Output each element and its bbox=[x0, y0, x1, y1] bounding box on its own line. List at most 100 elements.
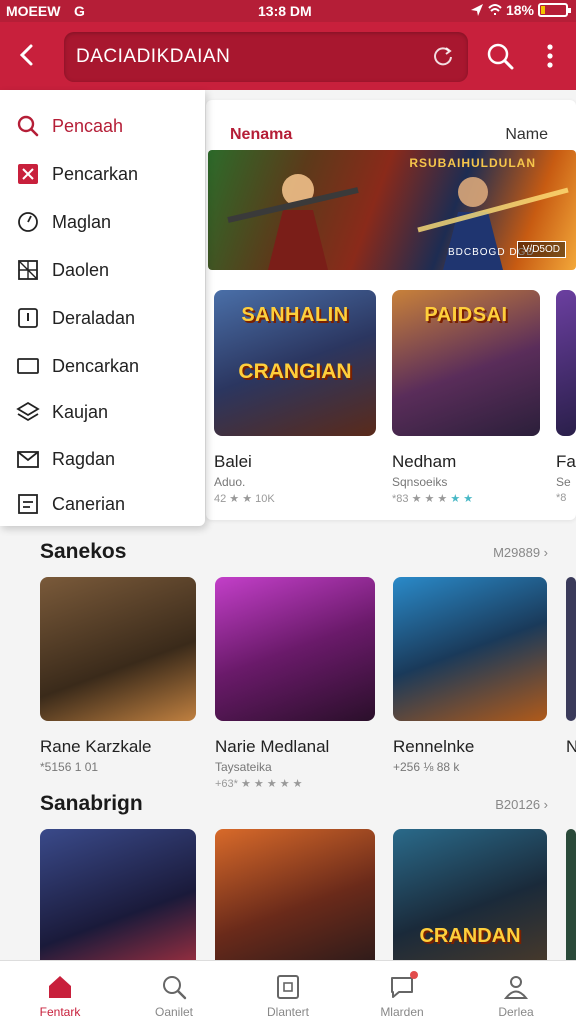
tile-meta: *8 bbox=[556, 492, 567, 504]
more-vert-icon[interactable] bbox=[534, 40, 566, 72]
tile-meta-text: *83 ★ ★ ★ bbox=[392, 493, 448, 505]
person-icon bbox=[503, 976, 529, 999]
tile-name: Rane Karzkale bbox=[40, 737, 152, 756]
tile-art-title: PAIDSAI bbox=[424, 304, 508, 326]
nav-label: Fentark bbox=[39, 1005, 81, 1019]
search-icon bbox=[17, 115, 39, 137]
tile-thumbnail[interactable] bbox=[40, 577, 196, 721]
featured-tile[interactable]: Fa Se *8 bbox=[556, 290, 576, 504]
search-icon bbox=[163, 976, 187, 1000]
nav-label: Dlantert bbox=[266, 1005, 310, 1019]
tile-thumbnail[interactable] bbox=[556, 290, 576, 436]
tile-subtitle: Aduo. bbox=[214, 475, 246, 489]
layers-icon bbox=[16, 401, 40, 422]
tile-meta: *83 ★ ★ ★ ★ ★ bbox=[392, 492, 554, 505]
game-tile[interactable] bbox=[40, 829, 202, 960]
clock-icon bbox=[18, 212, 38, 232]
tile-name: Nedham bbox=[392, 452, 457, 471]
tile-subtitle: +256 ⅛ 88 k bbox=[393, 760, 460, 774]
featured-banner[interactable]: RSUBAIHULDULAN BDCBOGD DGD V/D5OD bbox=[208, 150, 576, 270]
tile-name: Narie Medlanal bbox=[215, 737, 330, 756]
rating-stars: ★ ★ bbox=[450, 493, 474, 505]
menu-item-dencarkan[interactable]: Dencarkan bbox=[0, 346, 205, 386]
tile-art-title: SANHALIN bbox=[241, 304, 349, 326]
game-tile[interactable]: Rennelnke +256 ⅛ 88 k bbox=[393, 577, 555, 774]
tile-thumbnail[interactable] bbox=[566, 829, 576, 960]
tile-name: Balei bbox=[214, 452, 252, 471]
menu-item-label: Dencarkan bbox=[52, 355, 140, 376]
tile-thumbnail[interactable] bbox=[40, 829, 196, 960]
nav-item-home[interactable]: Fentark bbox=[12, 961, 108, 1024]
tile-thumbnail[interactable] bbox=[393, 577, 547, 721]
game-tile[interactable]: CRANDAN bbox=[393, 829, 555, 960]
tile-art-subtitle: CRANGIAN bbox=[238, 360, 352, 383]
search-input[interactable] bbox=[76, 44, 416, 70]
menu-item-daolen[interactable]: Daolen bbox=[0, 250, 205, 290]
nav-item-profile[interactable]: Derlea bbox=[468, 961, 564, 1024]
nav-label: Oanilet bbox=[154, 1005, 194, 1019]
menu-item-label: Deraladan bbox=[52, 307, 136, 328]
section-more-link[interactable]: B20126 › bbox=[495, 797, 548, 812]
tile-thumbnail[interactable] bbox=[566, 577, 576, 721]
close-box-icon bbox=[18, 164, 38, 184]
tile-thumbnail[interactable] bbox=[215, 829, 375, 960]
tile-name: Fa bbox=[556, 452, 576, 471]
carrier-label: MOEEW bbox=[6, 3, 61, 19]
nav-item-search[interactable]: Oanilet bbox=[126, 961, 222, 1024]
info-icon bbox=[18, 308, 38, 328]
tile-meta: +63* ★ ★ ★ ★ ★ bbox=[215, 778, 303, 790]
app-bar bbox=[0, 22, 576, 90]
nav-item-messages[interactable]: Mlarden bbox=[354, 961, 450, 1024]
menu-item-kaujan[interactable]: Kaujan bbox=[0, 392, 205, 432]
square-icon bbox=[277, 975, 299, 999]
game-tile[interactable] bbox=[215, 829, 377, 960]
tile-art-title: CRANDAN bbox=[419, 925, 521, 947]
featured-card: Nenama Name RSUBAIHULDULAN BDCBOGD DGD V… bbox=[206, 100, 576, 520]
game-tile[interactable]: Rane Karzkale *5156 1 01 bbox=[40, 577, 202, 774]
tile-thumbnail[interactable]: PAIDSAI bbox=[392, 290, 540, 436]
grid-icon bbox=[18, 260, 38, 280]
menu-item-pencaah[interactable]: Pencaah bbox=[0, 106, 205, 146]
featured-header-left[interactable]: Nenama bbox=[230, 126, 292, 144]
menu-item-pencarkan[interactable]: Pencarkan bbox=[0, 154, 205, 194]
back-button[interactable] bbox=[12, 40, 42, 70]
banner-title: RSUBAIHULDULAN bbox=[409, 156, 536, 170]
tile-subtitle: Sqnsoeiks bbox=[392, 475, 448, 489]
tile-meta: 42 ★ ★ 10K bbox=[214, 493, 275, 505]
battery-percent: 18% bbox=[505, 2, 534, 18]
featured-tile[interactable]: SANHALIN CRANGIAN Balei Aduo. 42 ★ ★ 10K bbox=[214, 290, 376, 505]
menu-item-maglan[interactable]: Maglan bbox=[0, 202, 205, 242]
featured-tile[interactable]: PAIDSAI Nedham Sqnsoeiks *83 ★ ★ ★ ★ ★ bbox=[392, 290, 554, 505]
tile-subtitle: Se bbox=[556, 475, 571, 489]
menu-item-label: Canerian bbox=[52, 493, 126, 514]
menu-item-deraladan[interactable]: Deraladan bbox=[0, 298, 205, 338]
menu-item-label: Pencaah bbox=[52, 115, 124, 136]
nav-label: Derlea bbox=[498, 1005, 534, 1019]
tile-thumbnail[interactable] bbox=[215, 577, 375, 721]
nav-item-library[interactable]: Dlantert bbox=[240, 961, 336, 1024]
status-right: 18% bbox=[470, 2, 571, 18]
status-bar: MOEEW G 13:8 DM 18% bbox=[0, 0, 576, 22]
search-bar[interactable] bbox=[64, 32, 468, 82]
featured-header-right[interactable]: Name bbox=[505, 126, 548, 144]
clock: 13:8 DM bbox=[258, 3, 312, 19]
game-tile[interactable] bbox=[566, 829, 576, 960]
battery-icon bbox=[538, 3, 571, 17]
search-icon[interactable] bbox=[484, 40, 516, 72]
section-title: Sanekos bbox=[40, 540, 127, 563]
menu-item-canerian[interactable]: Canerian bbox=[0, 484, 205, 524]
tile-thumbnail[interactable]: SANHALIN CRANGIAN bbox=[214, 290, 376, 436]
game-tile[interactable]: N bbox=[566, 577, 576, 757]
tile-name: N bbox=[566, 737, 576, 756]
refresh-icon[interactable] bbox=[432, 45, 454, 67]
menu-item-ragdan[interactable]: Ragdan bbox=[0, 439, 205, 479]
mail-icon bbox=[17, 451, 39, 468]
side-menu: Pencaah Pencarkan Maglan Daolen Deralada… bbox=[0, 90, 205, 526]
tile-thumbnail[interactable]: CRANDAN bbox=[393, 829, 547, 960]
section-more-link[interactable]: M29889 › bbox=[493, 545, 548, 560]
bottom-nav: Fentark Oanilet Dlantert Mlarden Derlea bbox=[0, 960, 576, 1024]
chevron-left-icon bbox=[19, 44, 33, 66]
tile-name: Rennelnke bbox=[393, 737, 475, 756]
game-tile[interactable]: Narie Medlanal Taysateika +63* ★ ★ ★ ★ ★ bbox=[215, 577, 377, 790]
menu-item-label: Ragdan bbox=[52, 448, 116, 469]
